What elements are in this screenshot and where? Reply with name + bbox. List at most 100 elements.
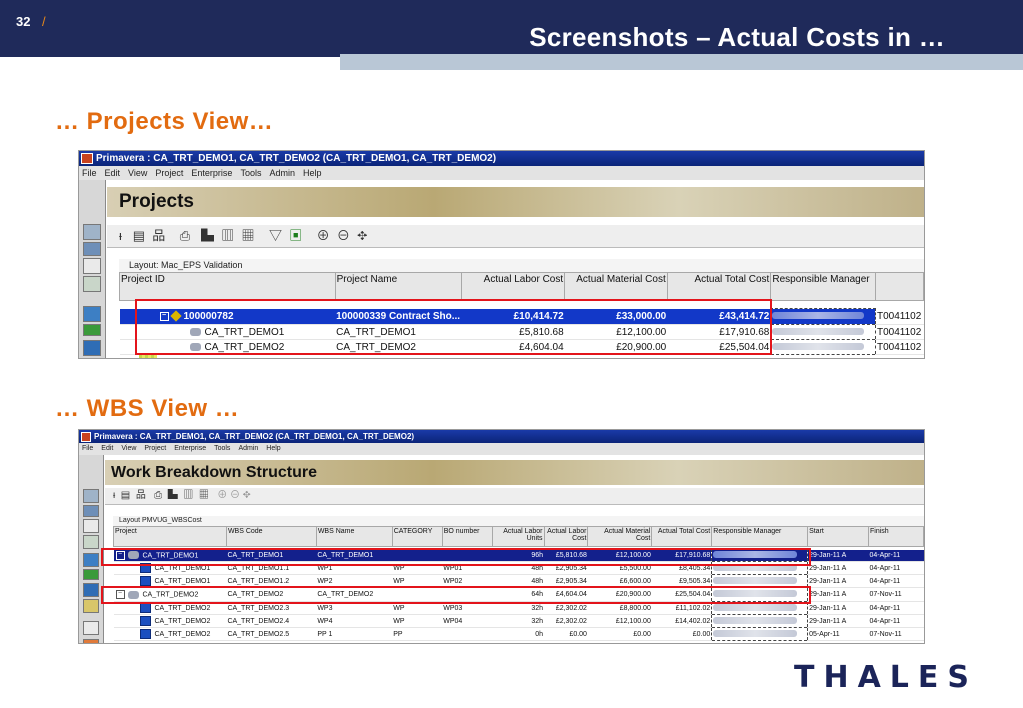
assignments-nav-icon[interactable] <box>83 340 101 356</box>
activities-nav-icon[interactable] <box>83 569 99 580</box>
projects-window-title: Primavera : CA_TRT_DEMO1, CA_TRT_DEMO2 (… <box>96 153 497 164</box>
code-cell: T0041102 <box>875 324 924 340</box>
col-wbs-name[interactable]: WBS Name <box>315 526 393 547</box>
col-actual-material-cost[interactable]: Actual Material Cost <box>587 526 653 547</box>
table-icon[interactable]: ▦ <box>241 228 254 243</box>
menu-tools[interactable]: Tools <box>214 445 230 452</box>
col-start[interactable]: Start <box>807 526 869 547</box>
menu-enterprise[interactable]: Enterprise <box>174 445 206 452</box>
tracking-nav-icon[interactable] <box>83 276 101 292</box>
projects-banner-title: Projects <box>119 191 194 212</box>
menu-view[interactable]: View <box>128 168 147 178</box>
col-project-id[interactable]: Project ID <box>119 272 336 301</box>
menu-edit[interactable]: Edit <box>105 168 121 178</box>
start-cell: 29-Jan-11 A <box>807 587 869 602</box>
col-category[interactable]: CATEGORY <box>391 526 443 547</box>
menu-project[interactable]: Project <box>144 445 166 452</box>
bar-icon[interactable]: ▙ <box>168 490 178 501</box>
col-actual-labor-units[interactable]: Actual Labor Units <box>491 526 545 547</box>
menu-enterprise[interactable]: Enterprise <box>191 168 232 178</box>
layout-label: Layout: Mac_EPS Validation <box>129 260 243 270</box>
projects-nav-icon[interactable] <box>83 224 101 240</box>
wbs-window-titlebar: Primavera : CA_TRT_DEMO1, CA_TRT_DEMO2 (… <box>79 430 924 443</box>
menu-help[interactable]: Help <box>303 168 322 178</box>
copy-icon[interactable]: ▥ <box>183 490 193 501</box>
highlight-frame-demo2 <box>101 586 811 604</box>
projects-nav-icon[interactable] <box>83 489 99 503</box>
col-responsible-manager[interactable]: Responsible Manager <box>770 272 876 301</box>
menu-file[interactable]: File <box>82 168 97 178</box>
issues-nav-icon[interactable] <box>83 621 99 635</box>
col-actual-labor-cost[interactable]: Actual Labor Cost <box>543 526 589 547</box>
zoom-in-icon[interactable]: ⊕ <box>317 228 330 243</box>
projects-layout-bar[interactable]: Layout: Mac_EPS Validation <box>119 259 924 272</box>
col-responsible-manager[interactable]: Responsible Manager <box>711 526 809 547</box>
tree-icon[interactable]: ᵼ <box>119 228 122 243</box>
columns-icon[interactable]: ▤ <box>121 490 130 501</box>
zoom-fit-icon[interactable]: ✥ <box>243 490 251 501</box>
col-bo-number[interactable]: BO number <box>441 526 493 547</box>
redacted-manager-name <box>713 616 797 624</box>
risks-nav-icon[interactable] <box>83 639 99 643</box>
org-chart-icon[interactable]: 品 <box>136 490 146 501</box>
col-wbs-code[interactable]: WBS Code <box>225 526 317 547</box>
resources-nav-icon[interactable] <box>83 242 101 256</box>
reports-nav-icon[interactable] <box>83 519 99 533</box>
thales-logo: THALES <box>794 660 979 695</box>
menu-help[interactable]: Help <box>266 445 280 452</box>
projects-toolbar: ᵼ ▤ 品 ⎙ ▙ ▥ ▦ ▽ ▣ ⊕ ⊖ ✥ <box>107 225 924 248</box>
col-actual-total-cost[interactable]: Actual Total Cost <box>651 526 713 547</box>
resources-nav-icon[interactable] <box>83 505 99 517</box>
zoom-out-icon[interactable]: ⊖ <box>230 490 240 501</box>
wbs-layout-bar[interactable]: Layout PMVUG_WBSCost <box>113 516 924 526</box>
zoom-in-icon[interactable]: ⊕ <box>217 490 227 501</box>
wbs-name-cell: WP4 <box>316 614 393 628</box>
menu-admin[interactable]: Admin <box>238 445 258 452</box>
table-row[interactable]: CA_TRT_DEMO2 CA_TRT_DEMO2.4 WP4 WP WP04 … <box>113 614 924 628</box>
print-icon[interactable]: ⎙ <box>154 490 162 501</box>
tree-icon[interactable]: ᵼ <box>113 490 115 501</box>
menu-view[interactable]: View <box>121 445 136 452</box>
wbs-nav-icon[interactable] <box>83 553 99 567</box>
projects-window-titlebar: Primavera : CA_TRT_DEMO1, CA_TRT_DEMO2 (… <box>79 151 924 166</box>
layout-label: Layout PMVUG_WBSCost <box>119 517 202 524</box>
zoom-fit-icon[interactable]: ✥ <box>357 228 367 243</box>
bar-icon[interactable]: ▙ <box>201 228 214 243</box>
columns-icon[interactable]: ▤ <box>133 228 145 243</box>
org-chart-icon[interactable]: 品 <box>152 228 165 243</box>
col-extra[interactable] <box>874 272 924 301</box>
manager-cell <box>770 324 876 340</box>
col-actual-total-cost[interactable]: Actual Total Cost <box>666 272 772 301</box>
table-row[interactable]: CA_TRT_DEMO2 CA_TRT_DEMO2.5 PP 1 PP 0h £… <box>113 627 924 641</box>
expenses-nav-icon[interactable] <box>83 599 99 613</box>
col-actual-material-cost[interactable]: Actual Material Cost <box>564 272 668 301</box>
wbs-element-icon <box>139 629 151 639</box>
material-cost-cell: £12,100.00 <box>587 614 652 628</box>
highlight-frame-demo1 <box>101 548 811 566</box>
col-finish[interactable]: Finish <box>867 526 924 547</box>
total-cost-cell: £0.00 <box>651 627 712 641</box>
wbs-nav-icon[interactable] <box>83 306 101 322</box>
group-icon[interactable]: ▣ <box>289 228 302 243</box>
manager-cell <box>770 339 876 355</box>
activities-nav-icon[interactable] <box>83 324 101 336</box>
zoom-out-icon[interactable]: ⊖ <box>337 228 350 243</box>
col-actual-labor-cost[interactable]: Actual Labor Cost <box>460 272 566 301</box>
reports-nav-icon[interactable] <box>83 258 101 274</box>
assignments-nav-icon[interactable] <box>83 583 99 597</box>
menu-edit[interactable]: Edit <box>101 445 113 452</box>
copy-icon[interactable]: ▥ <box>221 228 234 243</box>
menu-project[interactable]: Project <box>155 168 183 178</box>
table-icon[interactable]: ▦ <box>199 490 209 501</box>
menu-tools[interactable]: Tools <box>240 168 261 178</box>
start-cell: 29-Jan-11 A <box>807 561 869 575</box>
col-project-name[interactable]: Project Name <box>334 272 462 301</box>
labor-units-cell: 0h <box>492 627 545 641</box>
tracking-nav-icon[interactable] <box>83 535 99 549</box>
menu-admin[interactable]: Admin <box>269 168 295 178</box>
filter-icon[interactable]: ▽ <box>269 228 282 243</box>
col-project[interactable]: Project <box>113 526 227 547</box>
print-icon[interactable]: ⎙ <box>180 228 190 243</box>
menu-file[interactable]: File <box>82 445 93 452</box>
redacted-manager-name <box>713 629 797 637</box>
